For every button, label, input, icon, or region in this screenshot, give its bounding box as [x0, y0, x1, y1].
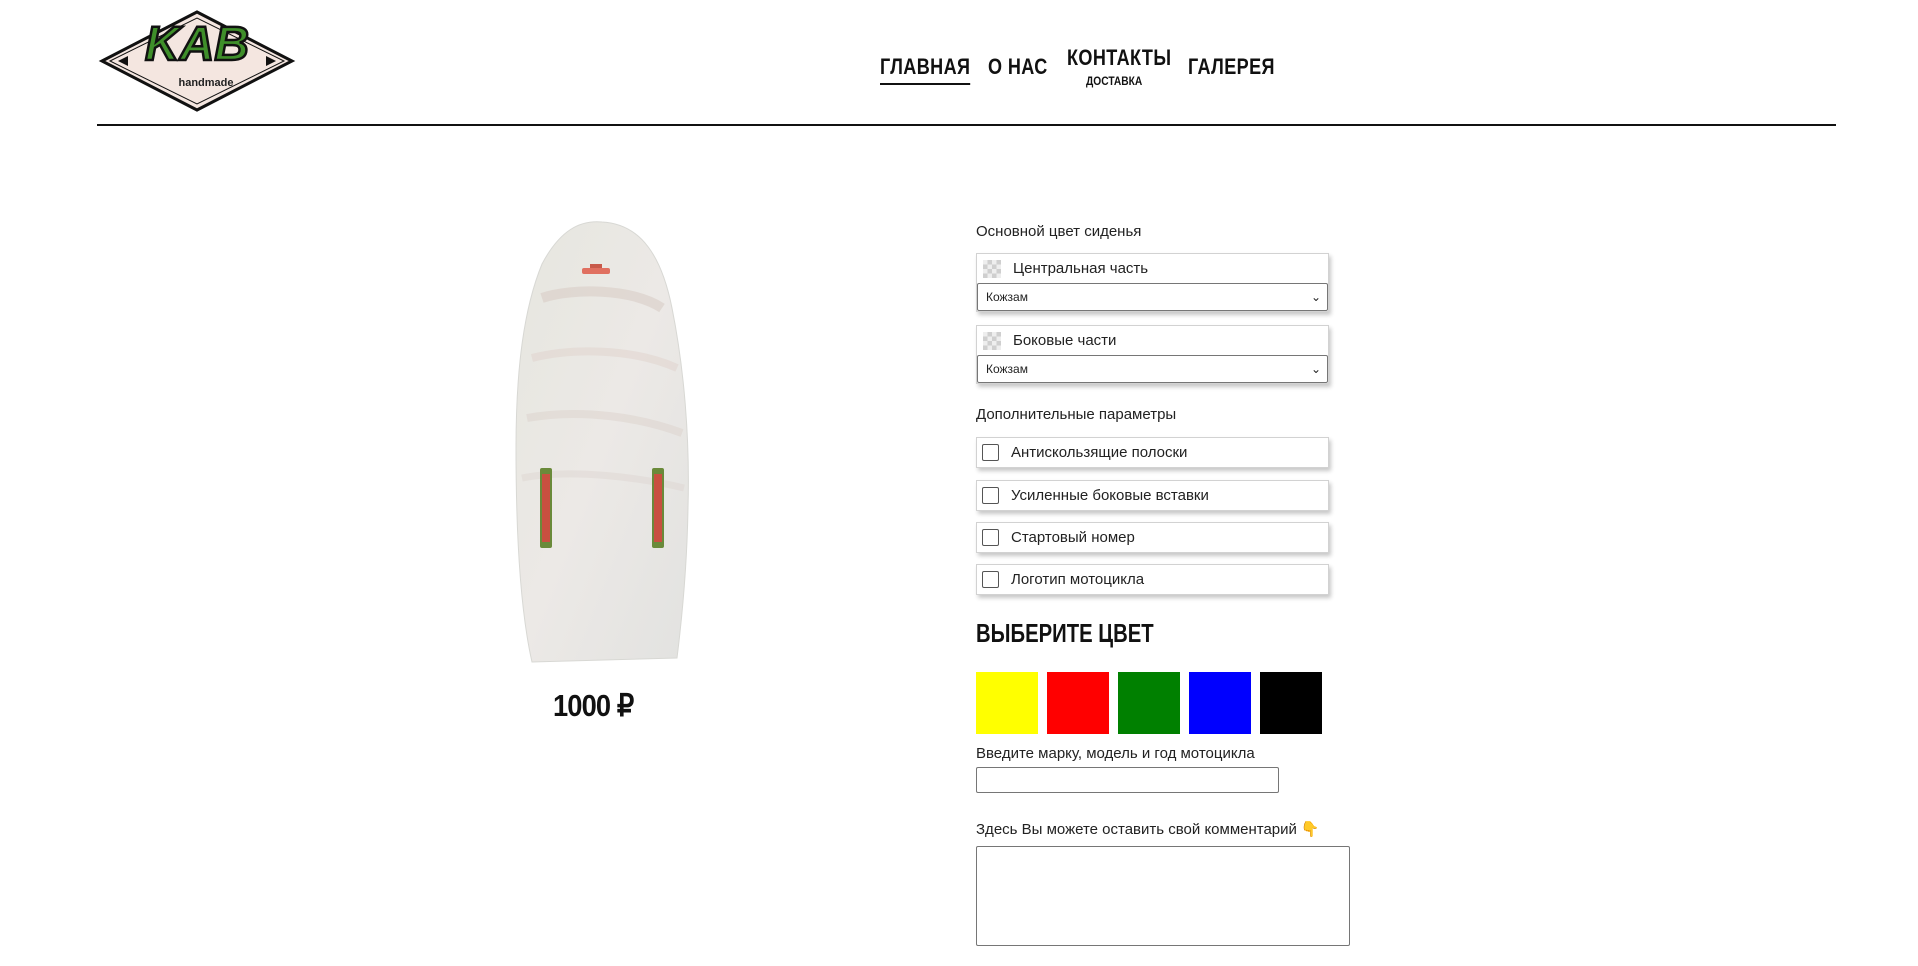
choose-color-title: ВЫБЕРИТЕ ЦВЕТ — [976, 618, 1154, 648]
comment-textarea[interactable] — [976, 846, 1350, 946]
center-part-option: Центральная часть Кожзам ⌄ — [976, 253, 1329, 312]
extra-option-bike-logo[interactable]: Логотип мотоцикла — [976, 564, 1329, 595]
checkbox[interactable] — [982, 487, 999, 504]
color-swatch-red[interactable] — [1047, 672, 1109, 734]
nav-contacts[interactable]: КОНТАКТЫ — [1067, 45, 1171, 71]
product-price: 1000 ₽ — [553, 688, 634, 723]
pointing-hand-icon: 👇 — [1300, 821, 1320, 838]
color-swatch-green[interactable] — [1118, 672, 1180, 734]
extra-option-label: Стартовый номер — [1011, 529, 1135, 546]
main-color-label: Основной цвет сиденья — [976, 223, 1142, 240]
logo-text: KAB — [145, 18, 249, 71]
extra-params-label: Дополнительные параметры — [976, 406, 1177, 423]
extra-option-label: Усиленные боковые вставки — [1011, 487, 1209, 504]
chevron-down-icon: ⌄ — [1310, 290, 1321, 304]
color-swatch-blue[interactable] — [1189, 672, 1251, 734]
side-parts-select[interactable]: Кожзам ⌄ — [977, 355, 1328, 383]
bike-model-input[interactable] — [976, 767, 1279, 793]
center-part-value: Кожзам — [986, 290, 1028, 304]
center-part-select[interactable]: Кожзам ⌄ — [977, 283, 1328, 311]
side-parts-option: Боковые части Кожзам ⌄ — [976, 325, 1329, 384]
side-parts-label: Боковые части — [1013, 332, 1117, 349]
transparent-swatch-icon — [983, 331, 1001, 350]
checkbox[interactable] — [982, 529, 999, 546]
header-divider — [97, 124, 1836, 126]
nav-delivery[interactable]: ДОСТАВКА — [1086, 74, 1142, 88]
extra-option-label: Антискользящие полоски — [1011, 444, 1188, 461]
nav-gallery[interactable]: ГАЛЕРЕЯ — [1188, 54, 1275, 80]
nav-about[interactable]: О НАС — [988, 54, 1048, 80]
comment-label: Здесь Вы можете оставить свой комментари… — [976, 821, 1297, 838]
site-logo[interactable]: KAB handmade — [98, 8, 296, 114]
bike-model-label: Введите марку, модель и год мотоцикла — [976, 745, 1255, 762]
extra-option-antislip[interactable]: Антискользящие полоски — [976, 437, 1329, 468]
extra-option-side-inserts[interactable]: Усиленные боковые вставки — [976, 480, 1329, 511]
logo-subtext: handmade — [178, 77, 233, 89]
comment-label-row: Здесь Вы можете оставить свой комментари… — [976, 820, 1320, 838]
extra-option-label: Логотип мотоцикла — [1011, 571, 1145, 588]
transparent-swatch-icon — [983, 259, 1001, 278]
checkbox[interactable] — [982, 571, 999, 588]
color-swatch-black[interactable] — [1260, 672, 1322, 734]
nav-home[interactable]: ГЛАВНАЯ — [880, 54, 971, 85]
color-swatch-yellow[interactable] — [976, 672, 1038, 734]
checkbox[interactable] — [982, 444, 999, 461]
center-part-label: Центральная часть — [1013, 260, 1149, 277]
side-parts-value: Кожзам — [986, 362, 1028, 376]
chevron-down-icon: ⌄ — [1310, 362, 1321, 376]
extra-option-start-number[interactable]: Стартовый номер — [976, 522, 1329, 553]
motorcycle-seat-image — [515, 221, 689, 663]
